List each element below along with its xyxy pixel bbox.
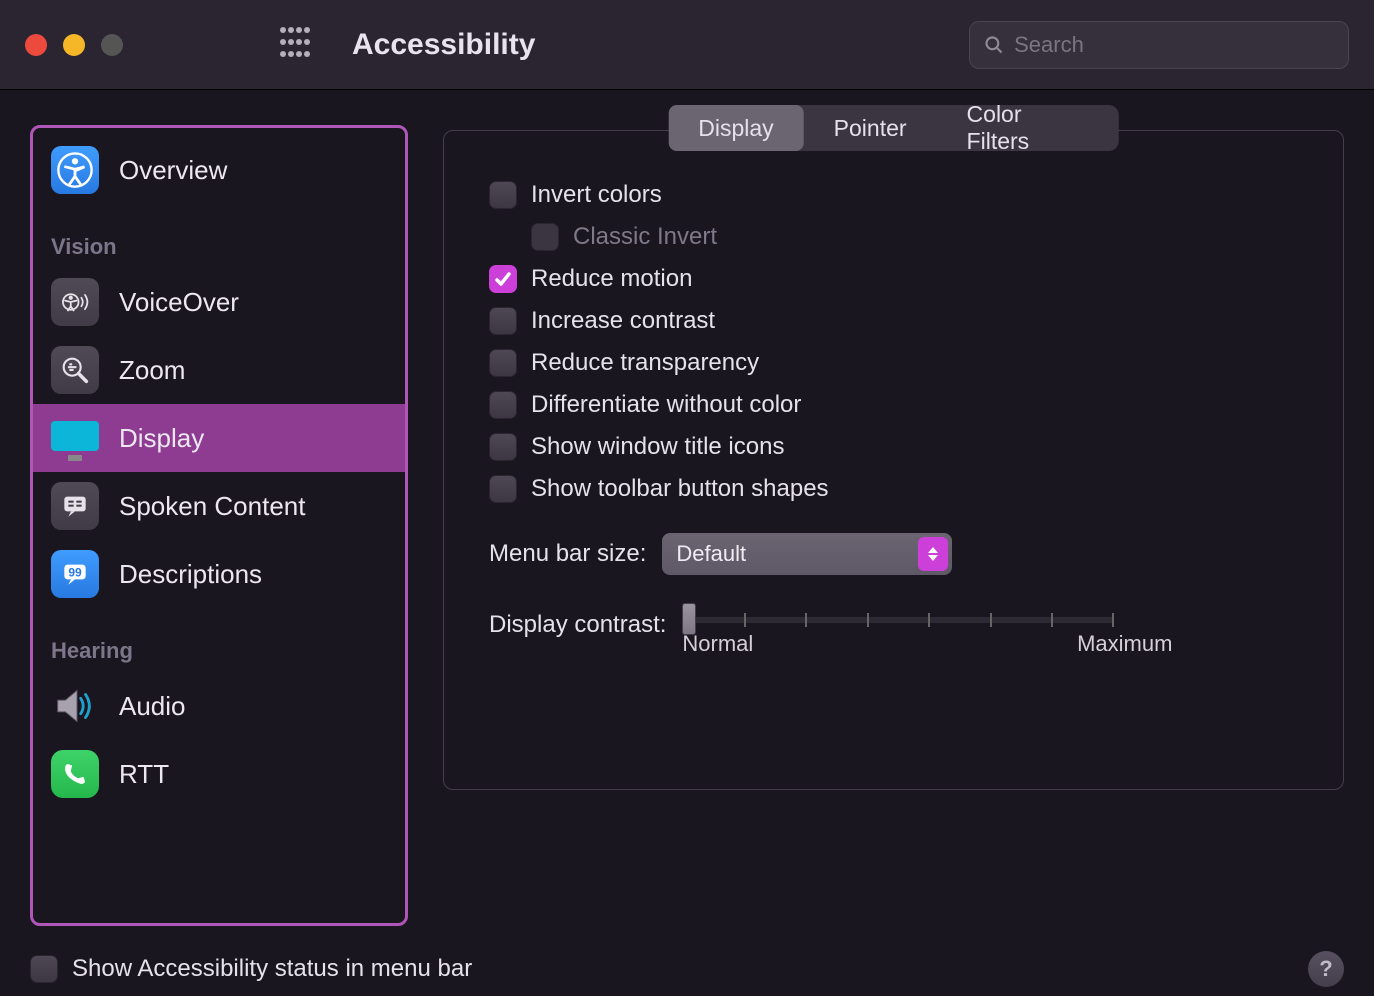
sidebar-section-vision: Vision	[33, 204, 405, 268]
sidebar-item-audio[interactable]: Audio	[33, 672, 405, 740]
setting-classic-invert: Classic Invert	[531, 223, 1298, 251]
sidebar-item-rtt[interactable]: RTT	[33, 740, 405, 808]
sidebar-item-descriptions[interactable]: 99 Descriptions	[33, 540, 405, 608]
setting-reduce-transparency[interactable]: Reduce transparency	[489, 349, 1298, 377]
setting-label: Differentiate without color	[531, 391, 801, 419]
tab-display[interactable]: Display	[668, 105, 803, 151]
sidebar-item-spoken-content[interactable]: Spoken Content	[33, 472, 405, 540]
menu-bar-size-select[interactable]: Default	[662, 533, 952, 575]
setting-show-toolbar-button-shapes[interactable]: Show toolbar button shapes	[489, 475, 1298, 503]
sidebar-item-voiceover[interactable]: VoiceOver	[33, 268, 405, 336]
setting-label: Reduce transparency	[531, 349, 759, 377]
help-button[interactable]: ?	[1308, 951, 1344, 987]
checkbox[interactable]	[489, 433, 517, 461]
setting-show-window-title-icons[interactable]: Show window title icons	[489, 433, 1298, 461]
segmented-tabs: Display Pointer Color Filters	[668, 105, 1119, 151]
sidebar-item-display[interactable]: Display	[33, 404, 405, 472]
zoom-icon	[51, 346, 99, 394]
setting-invert-colors[interactable]: Invert colors	[489, 181, 1298, 209]
checkbox	[531, 223, 559, 251]
setting-label: Show toolbar button shapes	[531, 475, 829, 503]
minimize-window-button[interactable]	[63, 34, 85, 56]
checkbox[interactable]	[489, 307, 517, 335]
content: Overview Vision VoiceOver Zoom Display S…	[0, 90, 1374, 941]
sidebar-item-zoom[interactable]: Zoom	[33, 336, 405, 404]
sidebar-section-hearing: Hearing	[33, 608, 405, 672]
setting-differentiate-without-color[interactable]: Differentiate without color	[489, 391, 1298, 419]
voiceover-icon	[51, 278, 99, 326]
search-input[interactable]	[1014, 32, 1334, 58]
menu-bar-size-row: Menu bar size: Default	[489, 533, 1298, 575]
show-all-preferences-button[interactable]	[278, 25, 312, 64]
select-stepper-icon	[918, 537, 948, 571]
descriptions-icon: 99	[51, 550, 99, 598]
sidebar-item-label: Zoom	[119, 355, 185, 386]
settings-panel: Invert colors Classic Invert Reduce moti…	[443, 130, 1344, 790]
sidebar-item-label: Descriptions	[119, 559, 262, 590]
accessibility-icon	[51, 146, 99, 194]
close-window-button[interactable]	[25, 34, 47, 56]
display-contrast-row: Display contrast: Normal	[489, 605, 1298, 657]
setting-reduce-motion[interactable]: Reduce motion	[489, 265, 1298, 293]
checkbox[interactable]	[489, 349, 517, 377]
setting-label: Increase contrast	[531, 307, 715, 335]
sidebar-item-label: VoiceOver	[119, 287, 239, 318]
titlebar: Accessibility	[0, 0, 1374, 90]
checkbox[interactable]	[489, 391, 517, 419]
setting-label: Show window title icons	[531, 433, 784, 461]
slider-max-label: Maximum	[1077, 631, 1172, 657]
sidebar-item-label: Overview	[119, 155, 227, 186]
sidebar-item-label: RTT	[119, 759, 169, 790]
setting-label: Invert colors	[531, 181, 662, 209]
search-box[interactable]	[969, 21, 1349, 69]
traffic-lights	[25, 34, 123, 56]
display-contrast-label: Display contrast:	[489, 611, 666, 639]
select-value: Default	[676, 541, 746, 567]
spoken-content-icon	[51, 482, 99, 530]
svg-text:99: 99	[68, 566, 82, 580]
setting-increase-contrast[interactable]: Increase contrast	[489, 307, 1298, 335]
setting-label: Classic Invert	[573, 223, 717, 251]
page-title: Accessibility	[352, 28, 969, 62]
checkbox[interactable]	[489, 475, 517, 503]
nav-arrows	[193, 36, 238, 54]
sidebar-item-label: Display	[119, 423, 204, 454]
tab-color-filters[interactable]: Color Filters	[937, 105, 1119, 151]
sidebar-item-label: Spoken Content	[119, 491, 305, 522]
audio-speaker-icon	[51, 682, 99, 730]
display-icon	[51, 421, 99, 451]
checkbox[interactable]	[489, 265, 517, 293]
rtt-phone-icon	[51, 750, 99, 798]
main-panel: Display Pointer Color Filters Invert col…	[443, 125, 1344, 926]
setting-label: Reduce motion	[531, 265, 692, 293]
slider-thumb[interactable]	[682, 603, 696, 635]
display-contrast-slider[interactable]	[682, 617, 1112, 623]
show-status-label: Show Accessibility status in menu bar	[72, 955, 472, 983]
menu-bar-size-label: Menu bar size:	[489, 540, 646, 568]
checkmark-icon	[493, 269, 513, 289]
display-contrast-slider-wrap: Normal Maximum	[682, 605, 1172, 657]
tab-pointer[interactable]: Pointer	[804, 105, 937, 151]
sidebar-item-overview[interactable]: Overview	[33, 136, 405, 204]
slider-labels: Normal Maximum	[682, 631, 1172, 657]
sidebar[interactable]: Overview Vision VoiceOver Zoom Display S…	[30, 125, 408, 926]
footer: Show Accessibility status in menu bar ?	[0, 941, 1374, 996]
checkbox[interactable]	[489, 181, 517, 209]
search-icon	[984, 34, 1004, 56]
show-status-checkbox[interactable]	[30, 955, 58, 983]
sidebar-item-label: Audio	[119, 691, 186, 722]
zoom-window-button[interactable]	[101, 34, 123, 56]
